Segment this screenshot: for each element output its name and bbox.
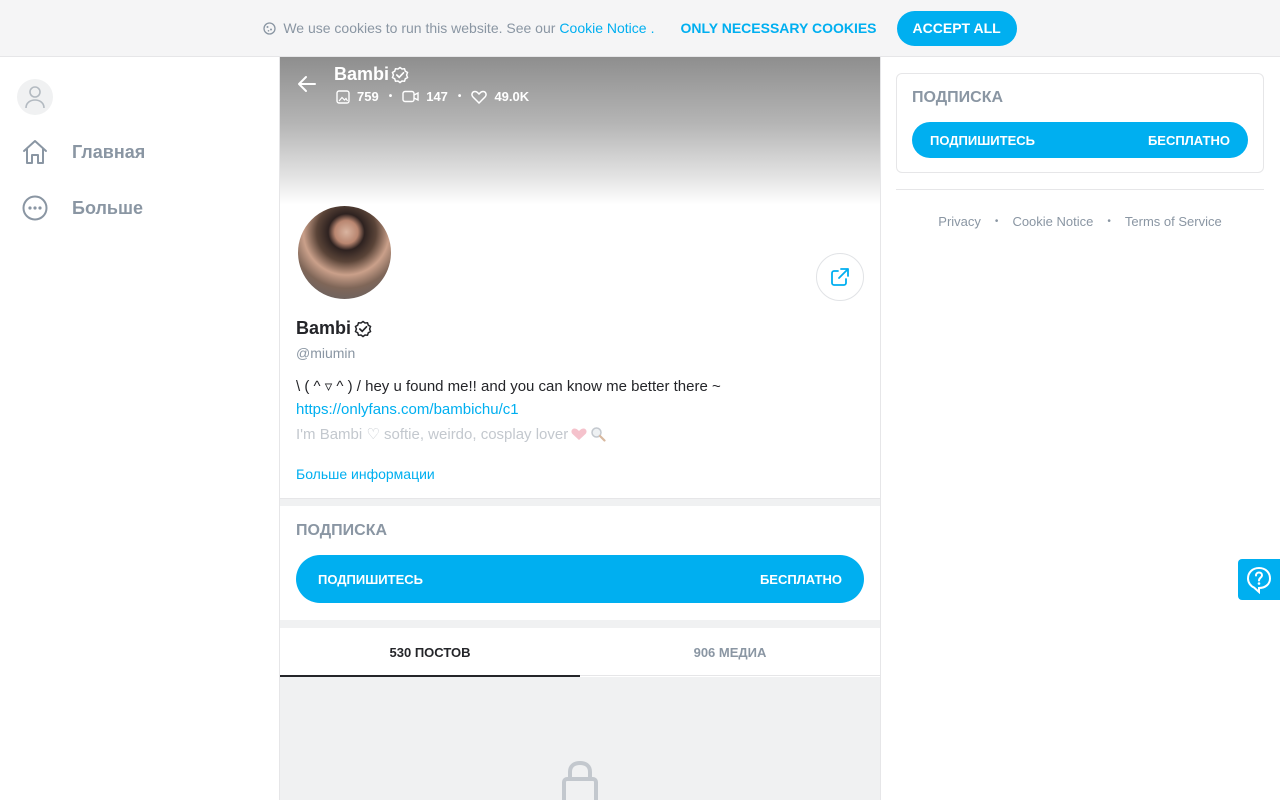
subscription-title: ПОДПИСКА xyxy=(296,522,388,539)
section-divider xyxy=(280,498,880,506)
bio-line-faded: I'm Bambi ♡ softie, weirdo, cosplay love… xyxy=(296,425,606,443)
photos-count-text: 759 xyxy=(357,89,379,104)
profile-name-text: Bambi xyxy=(296,318,352,338)
footer-separator: • xyxy=(994,216,999,227)
cover-username-text: Bambi xyxy=(334,64,390,84)
cookie-text-wrap: We use cookies to run this website. See … xyxy=(263,20,654,36)
cover-username: Bambi xyxy=(334,64,409,85)
videos-count-text: 147 xyxy=(426,89,448,104)
photos-count: 759 xyxy=(336,89,379,104)
video-icon xyxy=(402,90,419,103)
content-tabs: 530 ПОСТОВ 906 МЕДИА xyxy=(280,628,880,677)
verified-icon xyxy=(354,320,372,338)
accept-all-cookies-button[interactable]: ACCEPT ALL xyxy=(896,10,1017,46)
sidebar-item-label: Больше xyxy=(72,197,143,218)
profile-handle: @miumin xyxy=(296,345,356,361)
image-icon xyxy=(336,89,350,104)
home-icon xyxy=(20,137,50,167)
sidebar-item-more[interactable]: Больше xyxy=(20,193,143,223)
footer-links: Privacy • Cookie Notice • Terms of Servi… xyxy=(896,214,1264,229)
cookie-notice-footer-link[interactable]: Cookie Notice xyxy=(1012,214,1093,229)
cookie-dot: . xyxy=(650,20,655,36)
subscribe-button[interactable]: ПОДПИШИТЕСЬ БЕСПЛАТНО xyxy=(296,555,864,603)
profile-avatar[interactable] xyxy=(296,204,393,301)
cookie-banner: We use cookies to run this website. See … xyxy=(0,0,1280,57)
bio-line: \ ( ^ ▿ ^ ) / hey u found me!! and you c… xyxy=(296,378,721,395)
profile-column: Bambi 759 • 147 • 49.0K Bambi @miumin \ … xyxy=(279,57,881,800)
verified-icon xyxy=(391,66,409,84)
terms-of-service-link[interactable]: Terms of Service xyxy=(1125,214,1222,229)
more-icon xyxy=(20,193,50,223)
subscribe-button-price: БЕСПЛАТНО xyxy=(759,571,842,587)
profile-name: Bambi xyxy=(296,318,372,339)
bio-link[interactable]: https://onlyfans.com/bambichu/c1 xyxy=(296,401,519,418)
back-button[interactable] xyxy=(296,73,320,97)
subscribe-button-price: БЕСПЛАТНО xyxy=(1147,132,1230,148)
locked-content-area xyxy=(280,677,880,800)
videos-count: 147 xyxy=(402,89,448,104)
sidebar-item-home[interactable]: Главная xyxy=(20,137,145,167)
cookie-notice-link[interactable]: Cookie Notice xyxy=(559,20,646,36)
footer-separator: • xyxy=(1107,216,1111,227)
arrow-left-icon xyxy=(298,76,316,92)
subscribe-button-label: ПОДПИШИТЕСЬ xyxy=(318,571,423,587)
help-button[interactable] xyxy=(1238,559,1280,600)
subscription-title: ПОДПИСКА xyxy=(912,89,1004,106)
more-info-link[interactable]: Больше информации xyxy=(296,466,435,482)
tab-posts[interactable]: 530 ПОСТОВ xyxy=(280,628,580,677)
heart-icon xyxy=(471,90,488,104)
cookie-icon xyxy=(263,21,276,35)
user-icon xyxy=(25,86,45,109)
share-icon xyxy=(831,268,849,286)
subscribe-button-label: ПОДПИШИТЕСЬ xyxy=(930,132,1035,148)
subscription-card: ПОДПИСКА ПОДПИШИТЕСЬ БЕСПЛАТНО xyxy=(896,73,1264,173)
magnifier-emoji-icon xyxy=(590,426,606,442)
cookie-message: We use cookies to run this website. See … xyxy=(283,20,556,36)
subscribe-button[interactable]: ПОДПИШИТЕСЬ БЕСПЛАТНО xyxy=(912,122,1248,158)
likes-count-text: 49.0K xyxy=(494,89,530,104)
bio-line-faded-text: I'm Bambi ♡ softie, weirdo, cosplay love… xyxy=(296,426,569,443)
privacy-link[interactable]: Privacy xyxy=(938,214,981,229)
heart-emoji-icon xyxy=(570,427,588,441)
stats-separator: • xyxy=(457,91,462,102)
share-button[interactable] xyxy=(816,253,864,301)
stats-separator: • xyxy=(388,91,393,102)
profile-stats: 759 • 147 • 49.0K xyxy=(336,89,529,104)
section-divider xyxy=(280,620,880,628)
help-icon xyxy=(1246,566,1272,594)
user-avatar[interactable] xyxy=(17,79,53,115)
sidebar-item-label: Главная xyxy=(72,141,146,162)
sidebar: Главная Больше xyxy=(0,57,279,800)
right-divider xyxy=(896,189,1264,190)
only-necessary-cookies-button[interactable]: ONLY NECESSARY COOKIES xyxy=(680,20,876,36)
lock-icon xyxy=(558,759,602,800)
tab-media[interactable]: 906 МЕДИА xyxy=(580,628,880,676)
likes-count: 49.0K xyxy=(471,89,529,104)
